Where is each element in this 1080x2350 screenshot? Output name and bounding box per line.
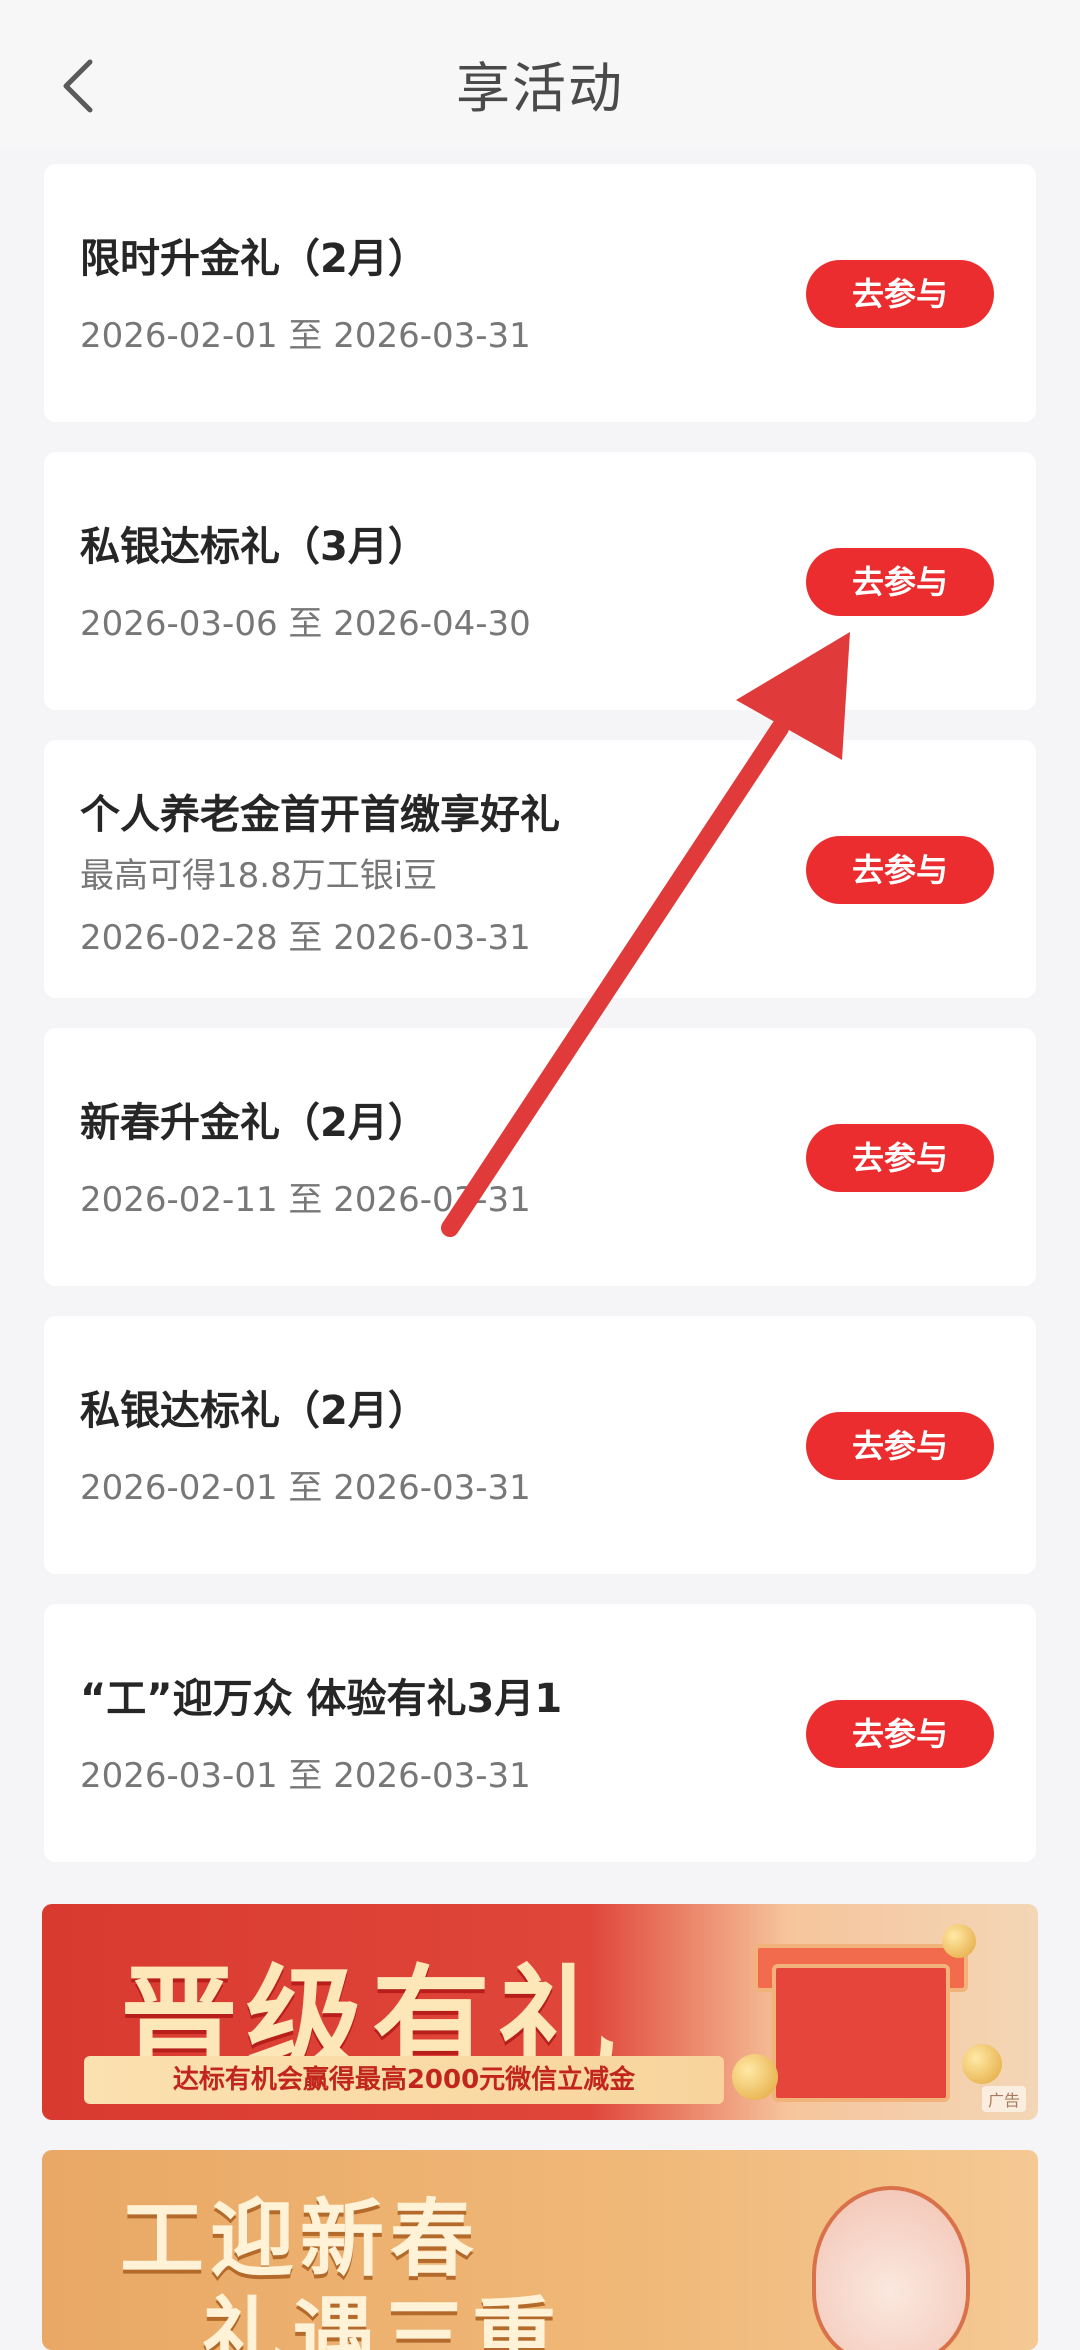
banner-tagline: 达标有机会赢得最高2000元微信立减金 bbox=[172, 2065, 636, 2095]
activity-card[interactable]: 新春升金礼（2月） 2026-02-11 至 2026-03-31 去参与 bbox=[44, 1028, 1036, 1286]
activity-title: “工”迎万众 体验有礼3月1 bbox=[80, 1676, 563, 1722]
activity-title: 私银达标礼（3月） bbox=[80, 524, 428, 570]
activity-card[interactable]: 个人养老金首开首缴享好礼 最高可得18.8万工银i豆 2026-02-28 至 … bbox=[44, 740, 1036, 998]
activity-card[interactable]: 私银达标礼（2月） 2026-02-01 至 2026-03-31 去参与 bbox=[44, 1316, 1036, 1574]
activity-subtitle: 最高可得18.8万工银i豆 bbox=[80, 856, 438, 896]
coin-image bbox=[962, 2044, 1002, 2084]
activity-date: 2026-03-01 至 2026-03-31 bbox=[80, 1756, 531, 1796]
ad-badge: 广告 bbox=[981, 2086, 1026, 2112]
activity-date: 2026-02-01 至 2026-03-31 bbox=[80, 1468, 531, 1508]
activity-title: 私银达标礼（2月） bbox=[80, 1388, 428, 1434]
join-button[interactable]: 去参与 bbox=[806, 836, 994, 904]
banner-headline-line2: 礼遇三重 bbox=[202, 2288, 563, 2350]
horse-mascot-image bbox=[812, 2186, 970, 2350]
join-button[interactable]: 去参与 bbox=[806, 1124, 994, 1192]
activity-card[interactable]: 限时升金礼（2月） 2026-02-01 至 2026-03-31 去参与 bbox=[44, 164, 1036, 422]
activity-title: 个人养老金首开首缴享好礼 bbox=[80, 792, 560, 838]
join-button[interactable]: 去参与 bbox=[806, 260, 994, 328]
activity-title: 限时升金礼（2月） bbox=[80, 236, 428, 282]
page-title: 享活动 bbox=[456, 57, 624, 120]
top-bar: 享活动 bbox=[0, 0, 1080, 148]
join-button[interactable]: 去参与 bbox=[806, 548, 994, 616]
join-button[interactable]: 去参与 bbox=[806, 1412, 994, 1480]
activity-date: 2026-02-01 至 2026-03-31 bbox=[80, 316, 531, 356]
activity-date: 2026-02-11 至 2026-03-31 bbox=[80, 1180, 531, 1220]
gift-box-image bbox=[772, 1964, 950, 2102]
activity-date: 2026-03-06 至 2026-04-30 bbox=[80, 604, 531, 644]
activity-title: 新春升金礼（2月） bbox=[80, 1100, 428, 1146]
promo-banner[interactable]: 晋级有礼 达标有机会赢得最高2000元微信立减金 广告 bbox=[42, 1904, 1038, 2120]
activity-date: 2026-02-28 至 2026-03-31 bbox=[80, 918, 531, 958]
promo-banner[interactable]: 工迎新春 礼遇三重 bbox=[42, 2150, 1038, 2350]
activity-card[interactable]: 私银达标礼（3月） 2026-03-06 至 2026-04-30 去参与 bbox=[44, 452, 1036, 710]
coin-image bbox=[942, 1924, 976, 1958]
coin-image bbox=[732, 2054, 778, 2100]
activity-card[interactable]: “工”迎万众 体验有礼3月1 2026-03-01 至 2026-03-31 去… bbox=[44, 1604, 1036, 1862]
join-button[interactable]: 去参与 bbox=[806, 1700, 994, 1768]
